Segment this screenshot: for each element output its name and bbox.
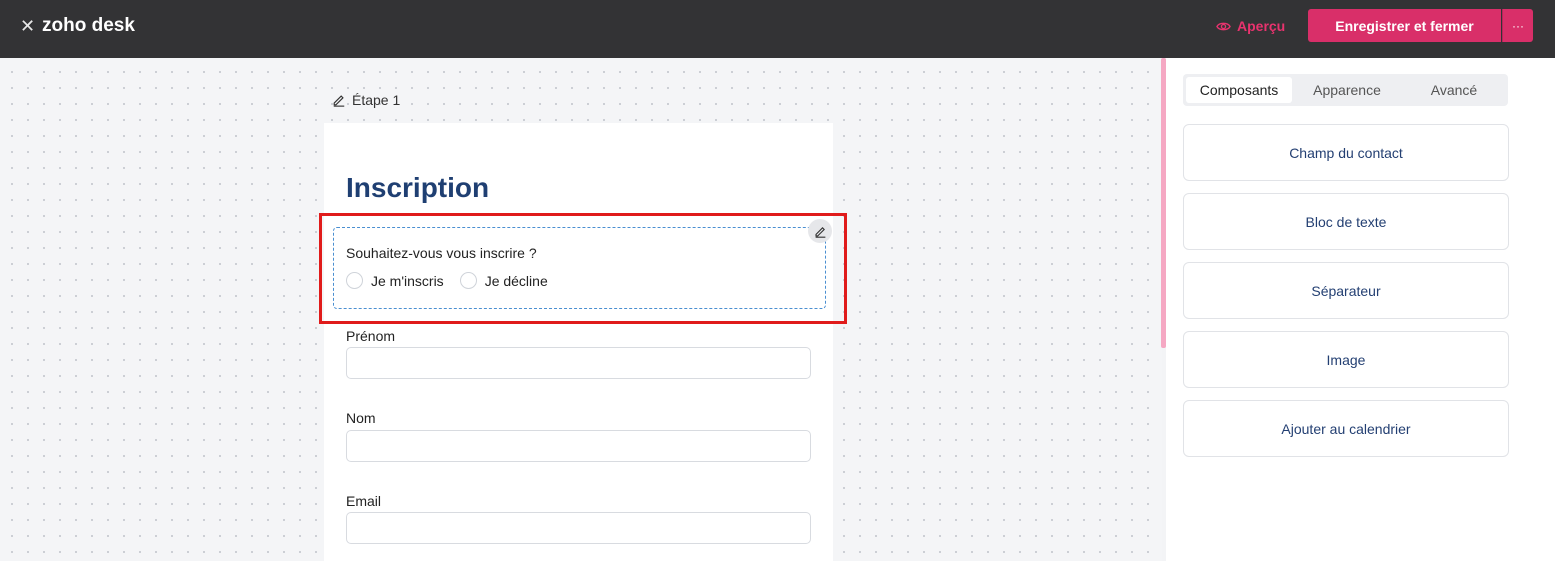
component-add-to-calendar[interactable]: Ajouter au calendrier	[1183, 400, 1509, 457]
email-label: Email	[346, 493, 382, 509]
last-name-label: Nom	[346, 410, 376, 426]
first-name-label: Prénom	[346, 328, 396, 344]
tab-components[interactable]: Composants	[1186, 77, 1292, 103]
save-and-close-button[interactable]: Enregistrer et fermer	[1308, 9, 1501, 42]
preview-button[interactable]: Aperçu	[1216, 13, 1285, 39]
last-name-input[interactable]	[346, 430, 811, 462]
component-separator[interactable]: Séparateur	[1183, 262, 1509, 319]
preview-label: Aperçu	[1237, 18, 1286, 34]
close-icon[interactable]: ✕	[20, 15, 35, 37]
component-text-block[interactable]: Bloc de texte	[1183, 193, 1509, 250]
top-bar: ✕ zoho desk Aperçu Enregistrer et fermer…	[0, 0, 1555, 58]
first-name-input[interactable]	[346, 347, 811, 379]
panel-tabs: Composants Apparence Avancé	[1183, 74, 1508, 106]
tab-appearance[interactable]: Apparence	[1295, 77, 1399, 103]
form-card: Inscription Souhaitez-vous vous inscrire…	[324, 123, 833, 561]
pencil-icon	[333, 95, 345, 107]
eye-icon	[1216, 22, 1231, 30]
step-title[interactable]: Étape 1	[332, 92, 400, 108]
component-contact-field[interactable]: Champ du contact	[1183, 124, 1509, 181]
email-input[interactable]	[346, 512, 811, 544]
selection-highlight	[319, 213, 847, 324]
more-options-button[interactable]: ···	[1502, 9, 1533, 42]
tab-advanced[interactable]: Avancé	[1403, 77, 1505, 103]
step-label: Étape 1	[352, 92, 401, 108]
component-image[interactable]: Image	[1183, 331, 1509, 388]
components-panel: Composants Apparence Avancé Champ du con…	[1166, 58, 1555, 561]
form-title[interactable]: Inscription	[346, 171, 489, 205]
app-title: zoho desk	[42, 15, 135, 36]
